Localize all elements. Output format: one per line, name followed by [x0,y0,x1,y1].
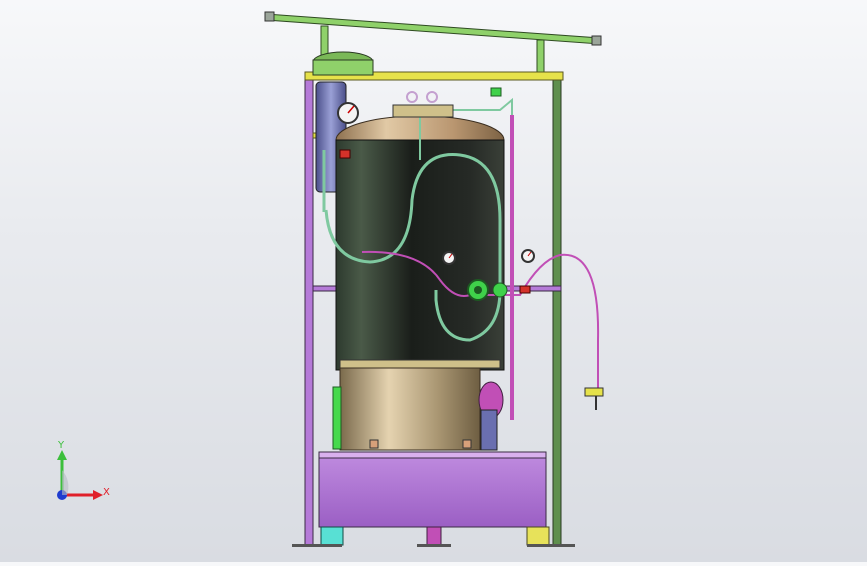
roof-beam-end-left [264,11,275,22]
frame-column-right [552,71,562,547]
drain-leg-plate [417,544,451,547]
valve-red-right[interactable] [519,285,531,294]
regulator-valve[interactable] [467,279,489,301]
vessel-skid-assembly-model[interactable] [0,0,867,562]
pressure-gauge-top[interactable] [337,102,359,124]
base-skid [318,451,547,528]
vessel-nozzle-band [339,359,501,369]
accumulator-collar [312,59,374,76]
gate-valve-right[interactable] [492,282,508,298]
triad-sphere-shade [62,470,69,495]
triad-y-label: Y [58,440,65,451]
foot-front-left [320,526,344,546]
triad-x-arrow [93,490,103,500]
triad-y-arrow [57,450,67,460]
frame-column-left [304,71,314,547]
valve-red-upper[interactable] [490,87,502,97]
foot-plate-right [527,544,575,547]
vessel-skirt [339,367,481,451]
foot-front-right [526,526,550,546]
side-plate-green [332,386,342,450]
roof-beam-end-right [591,35,602,46]
sample-valve[interactable] [584,387,604,410]
lifting-lug-left [406,91,418,103]
triad-x-label: X [103,487,110,498]
skirt-lug-right [462,439,472,449]
cad-graphics-viewport[interactable]: Y X [0,0,867,562]
lifting-lug-right [426,91,438,103]
base-skid-top [318,451,547,459]
valve-red-left[interactable] [339,149,351,159]
roof-beam [265,13,601,45]
drain-leg [426,526,442,546]
top-manway-flange [392,104,454,118]
drain-pot-lower [480,409,498,451]
skirt-lug-left [369,439,379,449]
post-support-right [536,39,545,77]
foot-plate-left [292,544,342,547]
pressure-gauge-mid[interactable] [442,251,456,265]
coordinate-triad: Y X [40,440,120,510]
pressure-gauge-right[interactable] [521,249,535,263]
